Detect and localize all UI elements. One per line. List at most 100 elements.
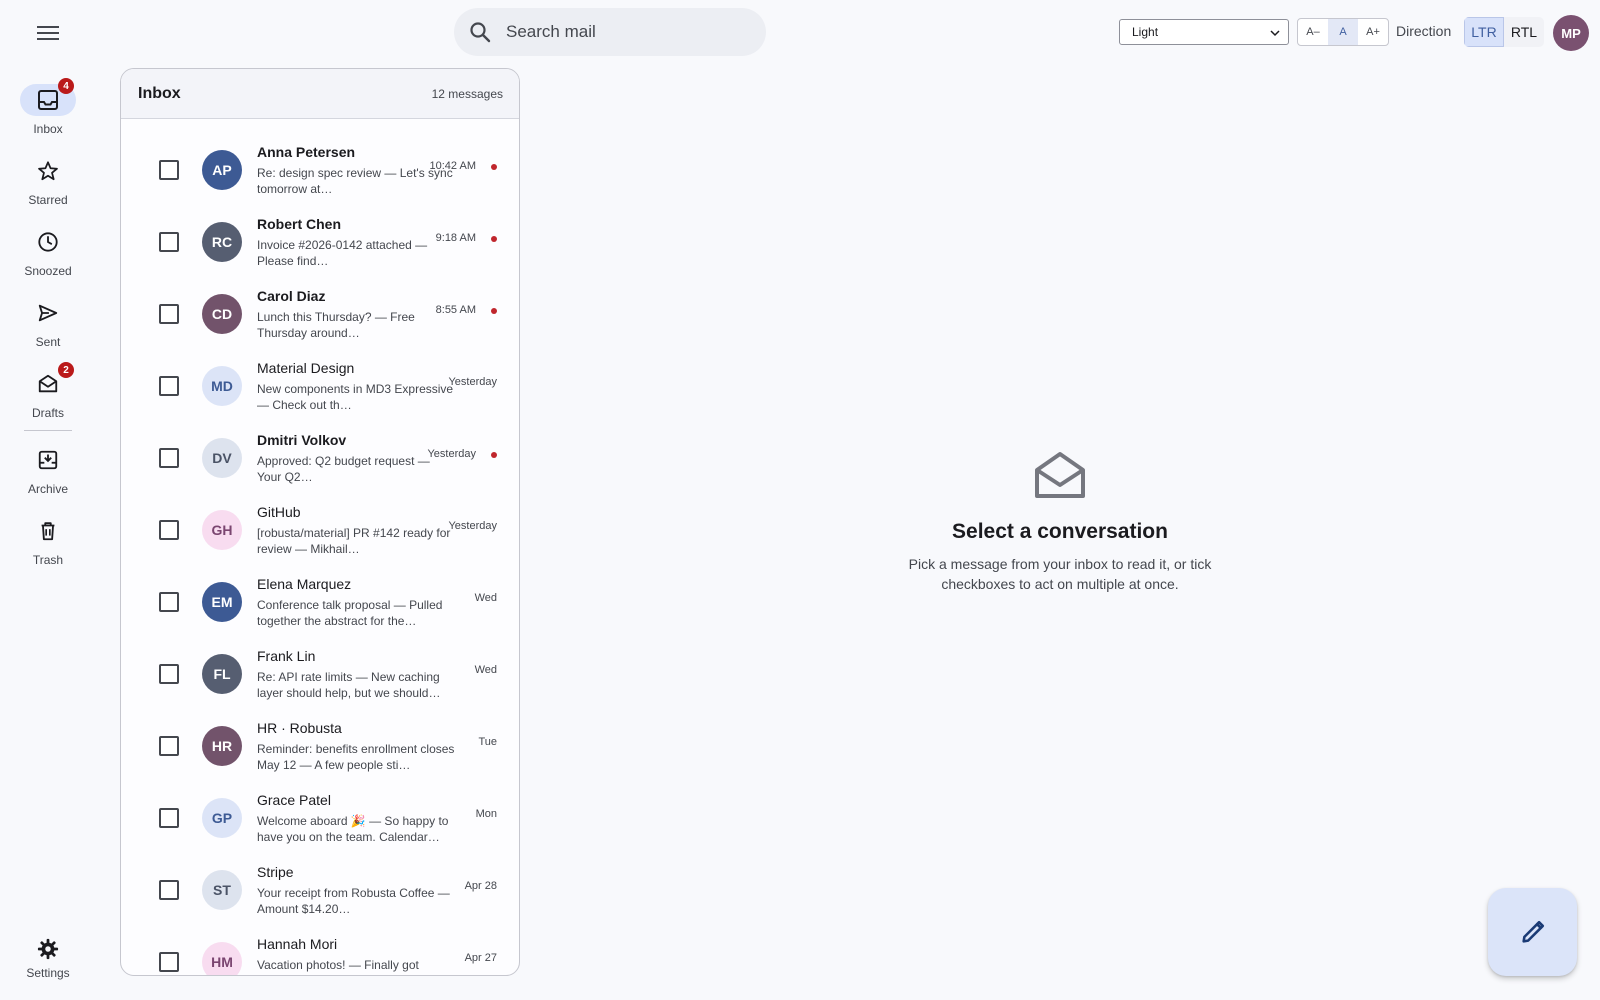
message-list-panel: Inbox 12 messages AP Anna Petersen Re: des… [120, 68, 520, 976]
star-icon [38, 161, 58, 181]
message-checkbox[interactable] [159, 736, 179, 756]
message-sender: Anna Petersen [257, 144, 356, 160]
message-preview: Lunch this Thursday? — Free Thursday aro… [257, 310, 415, 340]
account-avatar[interactable]: MP [1553, 15, 1589, 51]
font-default-button[interactable]: A [1328, 19, 1358, 45]
compose-button[interactable] [1488, 888, 1577, 976]
message-row[interactable]: GP Grace Patel Welcome aboard 🎉 — So happy… [121, 785, 519, 857]
nav-inbox[interactable]: 4 Inbox [10, 78, 86, 136]
direction-ltr-button[interactable]: LTR [1464, 17, 1504, 47]
message-row[interactable]: HM Hannah Mori Vacation photos! — Finally … [121, 929, 519, 975]
message-checkbox[interactable] [159, 808, 179, 828]
empty-state-title: Select a conversation [952, 520, 1168, 543]
message-row[interactable]: RC Robert Chen Invoice #2026-0142 attached… [121, 209, 519, 281]
message-row[interactable]: GH GitHub [robusta/material] PR #142 ready… [121, 497, 519, 569]
open-envelope-icon [1035, 452, 1085, 498]
font-increase-button[interactable]: A+ [1358, 19, 1388, 45]
direction-rtl-button[interactable]: RTL [1504, 17, 1544, 47]
message-time: Mon [475, 808, 497, 820]
inbox-icon [38, 90, 58, 110]
sender-avatar: HR [202, 726, 242, 766]
search-input[interactable] [506, 22, 746, 42]
sender-avatar: HM [202, 942, 242, 975]
nav-sent[interactable]: Sent [10, 297, 86, 349]
message-time: Wed [474, 592, 497, 604]
sender-avatar: MD [202, 366, 242, 406]
message-checkbox[interactable] [159, 376, 179, 396]
message-checkbox[interactable] [159, 448, 179, 468]
message-checkbox[interactable] [159, 664, 179, 684]
message-time: Tue [478, 736, 497, 748]
theme-select-value: Light [1132, 25, 1159, 39]
message-sender: Robert Chen [257, 216, 341, 232]
sender-avatar: FL [202, 654, 242, 694]
message-checkbox[interactable] [159, 952, 179, 972]
message-time: Wed [474, 664, 497, 676]
message-time: 9:18 AM [435, 232, 476, 244]
nav-trash-pill [20, 515, 76, 547]
message-checkbox[interactable] [159, 880, 179, 900]
chevron-down-icon [1270, 30, 1280, 37]
message-checkbox[interactable] [159, 592, 179, 612]
message-list-header: Inbox 12 messages [121, 69, 519, 119]
nav-drafts[interactable]: 2 Drafts [10, 362, 86, 420]
unread-indicator [491, 236, 497, 242]
nav-settings[interactable]: Settings [10, 938, 86, 980]
gear-icon [37, 938, 59, 960]
message-sender: Material Design [257, 360, 355, 376]
message-sender: Stripe [257, 864, 294, 880]
nav-snoozed-pill [20, 226, 76, 258]
archive-icon [38, 450, 58, 470]
message-sender: HR · Robusta [257, 720, 342, 736]
message-row[interactable]: CD Carol Diaz Lunch this Thursday? — Free … [121, 281, 519, 353]
message-row[interactable]: HR HR · Robusta Reminder: benefits enrollm… [121, 713, 519, 785]
nav-starred-label: Starred [28, 193, 68, 207]
search-bar[interactable] [454, 8, 766, 56]
nav-trash[interactable]: Trash [10, 515, 86, 567]
unread-indicator [491, 452, 497, 458]
message-time: 10:42 AM [429, 160, 476, 172]
message-preview: Re: API rate limits — New caching layer … [257, 670, 441, 700]
empty-state-body: Pick a message from your inbox to read i… [908, 556, 1212, 592]
message-preview: Reminder: benefits enrollment closes May… [257, 742, 455, 772]
message-sender: Elena Marquez [257, 576, 352, 592]
message-checkbox[interactable] [159, 520, 179, 540]
nav-snoozed[interactable]: Snoozed [10, 226, 86, 278]
message-checkbox[interactable] [159, 304, 179, 324]
message-row[interactable]: DV Dmitri Volkov Approved: Q2 budget reque… [121, 425, 519, 497]
message-count: 12 messages [431, 86, 503, 101]
sender-avatar: EM [202, 582, 242, 622]
message-checkbox[interactable] [159, 232, 179, 252]
theme-select[interactable]: Light [1119, 19, 1289, 45]
message-sender: Frank Lin [257, 648, 316, 664]
message-sender: Grace Patel [257, 792, 331, 808]
nav-starred[interactable]: Starred [10, 155, 86, 207]
nav-inbox-pill: 4 [20, 78, 76, 116]
message-preview: [robusta/material] PR #142 ready for rev… [257, 526, 451, 556]
sender-avatar: GH [202, 510, 242, 550]
main-menu-button[interactable] [34, 19, 62, 47]
font-decrease-button[interactable]: A– [1298, 19, 1328, 45]
message-time: Yesterday [427, 448, 476, 460]
hamburger-menu-icon [37, 26, 59, 40]
message-sender: Dmitri Volkov [257, 432, 347, 448]
message-checkbox[interactable] [159, 160, 179, 180]
message-row[interactable]: MD Material Design New components in MD3 E… [121, 353, 519, 425]
sender-avatar: AP [202, 150, 242, 190]
nav-archive-pill [20, 444, 76, 476]
nav-starred-pill [20, 155, 76, 187]
clock-icon [38, 232, 58, 252]
nav-drafts-label: Drafts [31, 406, 64, 420]
message-sender: Hannah Mori [257, 936, 338, 952]
nav-sent-pill [20, 297, 76, 329]
message-preview: Invoice #2026-0142 attached — Please fin… [257, 238, 428, 268]
message-preview: Your receipt from Robusta Coffee — Amoun… [257, 886, 450, 916]
message-row[interactable]: EM Elena Marquez Conference talk proposal … [121, 569, 519, 641]
message-row[interactable]: AP Anna Petersen Re: design spec review — … [121, 137, 519, 209]
message-preview: Re: design spec review — Let's sync tomo… [257, 166, 453, 196]
message-row[interactable]: FL Frank Lin Re: API rate limits — New cac… [121, 641, 519, 713]
nav-archive[interactable]: Archive [10, 444, 86, 496]
message-row[interactable]: ST Stripe Your receipt from Robusta Coffee… [121, 857, 519, 929]
message-preview: Conference talk proposal — Pulled togeth… [257, 598, 443, 628]
drafts-badge: 2 [58, 362, 74, 378]
